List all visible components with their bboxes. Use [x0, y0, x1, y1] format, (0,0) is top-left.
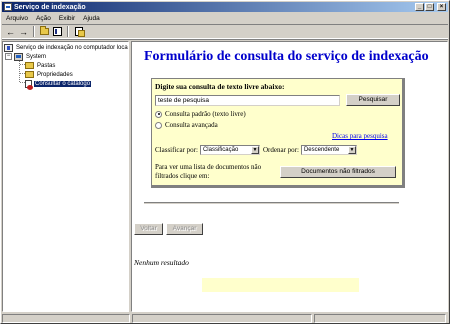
no-results-text: Nenhum resultado — [134, 258, 189, 267]
app-window: Serviço de indexação _ □ × Arquivo Ação … — [0, 0, 450, 324]
folder-icon — [25, 71, 34, 78]
order-by-label: Ordenar por: — [262, 146, 299, 154]
console-tree[interactable]: Serviço de indexação no computador loca … — [2, 41, 129, 312]
window-title: Serviço de indexação — [14, 3, 86, 11]
app-icon — [4, 3, 12, 11]
sort-by-value: Classificação — [202, 147, 239, 153]
window-controls: _ □ × — [415, 3, 446, 11]
radio-button-checked[interactable] — [155, 110, 162, 118]
divider — [144, 202, 399, 204]
search-button[interactable]: Pesquisar — [346, 94, 400, 106]
tree-item-label: Pastas — [37, 62, 56, 69]
toolbar-separator — [33, 26, 35, 37]
maximize-button[interactable]: □ — [425, 3, 434, 11]
query-page: Formulário de consulta do serviço de ind… — [131, 41, 448, 312]
catalog-icon — [14, 52, 23, 61]
radio-standard-query[interactable]: Consulta padrão (texto livre) — [155, 110, 246, 118]
query-label: Digite sua consulta de texto livre abaix… — [155, 82, 285, 91]
toolbar-separator — [67, 26, 69, 37]
radio-label: Consulta padrão (texto livre) — [165, 110, 246, 118]
page-title: Formulário de consulta do serviço de ind… — [144, 49, 429, 64]
arrow-left-icon[interactable]: ← — [5, 26, 16, 37]
query-input[interactable]: teste de pesquisa — [155, 95, 340, 106]
status-pane — [2, 314, 130, 323]
chevron-down-icon[interactable]: ▼ — [347, 146, 356, 154]
minimize-button[interactable]: _ — [415, 3, 424, 11]
arrow-right-icon[interactable]: → — [18, 26, 29, 37]
toolbar: ← → — [2, 24, 448, 40]
sort-options: Classificar por: Classificação ▼ Ordenar… — [155, 145, 360, 155]
menu-ajuda[interactable]: Ajuda — [79, 15, 104, 22]
tree-item-propriedades[interactable]: Propriedades — [25, 70, 74, 79]
tree-item-label: System — [26, 53, 47, 60]
menu-acao[interactable]: Ação — [32, 15, 55, 22]
unfiltered-documents-button[interactable]: Documentos não filtrados — [280, 166, 396, 178]
radio-advanced-query[interactable]: Consulta avançada — [155, 121, 218, 129]
properties-icon[interactable] — [73, 26, 85, 37]
folder-icon — [25, 62, 34, 69]
show-tree-icon[interactable] — [52, 26, 63, 37]
order-by-value: Descendente — [303, 147, 340, 153]
chevron-down-icon[interactable]: ▼ — [250, 146, 259, 154]
tree-item-pastas[interactable]: Pastas — [25, 61, 56, 70]
unfiltered-note: Para ver uma lista de documentos não fil… — [155, 163, 262, 180]
query-icon — [25, 79, 33, 90]
menu-arquivo[interactable]: Arquivo — [2, 15, 32, 22]
radio-label: Consulta avançada — [165, 121, 218, 129]
tree-item-consultar[interactable]: Consultar o catálogo — [25, 79, 92, 90]
radio-button[interactable] — [155, 121, 162, 129]
order-by-select[interactable]: Descendente ▼ — [300, 145, 357, 155]
indexing-service-icon — [4, 43, 13, 52]
tree-item-root[interactable]: Serviço de indexação no computador loca — [4, 43, 128, 52]
menu-bar: Arquivo Ação Exibir Ajuda — [2, 13, 448, 23]
sort-by-label: Classificar por: — [155, 146, 198, 154]
back-button[interactable]: Voltar — [134, 223, 163, 235]
search-tips-link[interactable]: Dicas para pesquisa — [332, 132, 388, 140]
title-bar[interactable]: Serviço de indexação _ □ × — [2, 2, 448, 12]
menu-exibir[interactable]: Exibir — [55, 15, 79, 22]
results-area — [202, 278, 359, 292]
tree-item-label: Consultar o catálogo — [34, 80, 92, 87]
tree-item-label: Serviço de indexação no computador loca — [16, 44, 128, 51]
tree-connector — [19, 59, 20, 82]
collapse-icon[interactable]: − — [5, 53, 12, 60]
status-bar — [2, 314, 448, 323]
sort-by-select[interactable]: Classificação ▼ — [199, 145, 260, 155]
folder-up-icon[interactable] — [39, 26, 50, 37]
close-button[interactable]: × — [437, 3, 446, 11]
tree-item-system[interactable]: − System — [5, 52, 47, 61]
tree-item-label: Propriedades — [37, 71, 73, 78]
status-pane — [132, 314, 312, 323]
status-pane — [314, 314, 446, 323]
query-form: Digite sua consulta de texto livre abaix… — [151, 78, 405, 188]
forward-button[interactable]: Avançar — [166, 223, 203, 235]
